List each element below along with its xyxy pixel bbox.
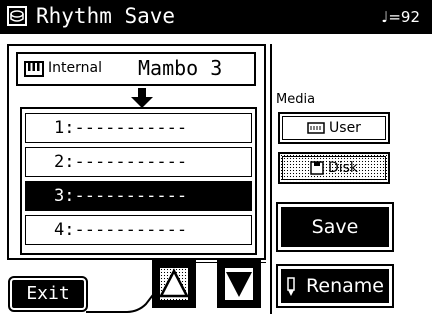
keyboard-icon [24, 61, 44, 77]
slot-item-4[interactable]: 4:----------- [25, 215, 252, 245]
media-label: Media [276, 92, 316, 107]
scroll-down-button[interactable] [217, 260, 261, 308]
source-song-box: Internal Mambo 3 [16, 52, 256, 86]
media-user-label: User [329, 120, 361, 136]
page-title: Rhythm Save [36, 4, 176, 28]
source-label: Internal [48, 60, 102, 76]
pen-icon [287, 276, 295, 296]
exit-button[interactable]: Exit [8, 276, 88, 312]
rename-label: Rename [306, 275, 384, 297]
slot-item-2[interactable]: 2:----------- [25, 147, 252, 177]
rhythm-save-screen: Rhythm Save ♩=92 Internal Mambo 3 1:----… [0, 0, 432, 321]
media-user-button[interactable]: User [278, 112, 390, 144]
floppy-disk-icon [310, 161, 324, 175]
card-icon [307, 122, 325, 134]
media-disk-face: Disk [282, 156, 386, 180]
slot-item-1[interactable]: 1:----------- [25, 113, 252, 143]
triangle-down-icon [226, 272, 252, 297]
media-disk-label: Disk [327, 160, 359, 176]
triangle-up-icon [158, 268, 190, 298]
rename-button[interactable]: Rename [276, 264, 394, 308]
save-button[interactable]: Save [276, 202, 394, 252]
arrow-down-icon [131, 88, 153, 108]
tempo-readout: ♩=92 [381, 8, 420, 26]
drum-icon [7, 6, 27, 26]
divider [270, 44, 272, 314]
media-user-face: User [282, 116, 386, 140]
song-name: Mambo 3 [138, 56, 223, 80]
destination-slot-list: 1:----------- 2:----------- 3:----------… [20, 107, 257, 255]
scroll-up-button[interactable] [152, 260, 196, 308]
media-disk-button[interactable]: Disk [278, 152, 390, 184]
slot-item-3[interactable]: 3:----------- [25, 181, 252, 211]
title-bar: Rhythm Save ♩=92 [0, 0, 432, 34]
